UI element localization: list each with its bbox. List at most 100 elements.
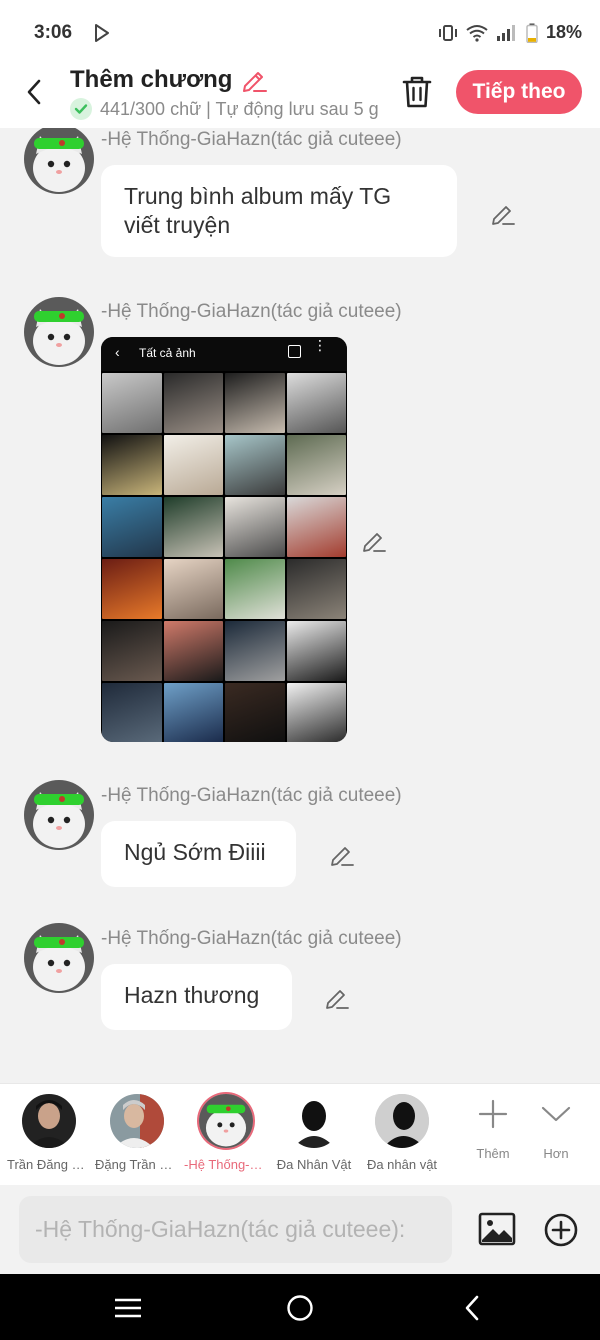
cat-avatar-icon [24, 923, 94, 993]
photo-thumb [286, 373, 346, 433]
shared-image[interactable]: ‹ Tất cả ảnh ⋮ [101, 337, 347, 742]
character-name: Trần Đăng Dương [7, 1157, 91, 1172]
cat-avatar-icon [24, 297, 94, 367]
sender-name: -Hệ Thống-GiaHazn(tác giả cuteee) [101, 785, 402, 806]
play-store-icon [95, 24, 109, 42]
message-text: Hazn thương [124, 982, 260, 1008]
more-label: Hơn [543, 1146, 569, 1161]
system-back-button[interactable] [452, 1288, 492, 1328]
wifi-icon [466, 24, 488, 42]
photo-thumb [225, 559, 285, 619]
image-select-icon [288, 345, 301, 358]
character-item[interactable]: Đặng Trần Hùng [95, 1094, 179, 1172]
home-circle-icon [287, 1295, 313, 1321]
photo-thumb [102, 683, 162, 742]
character-avatar [375, 1094, 429, 1148]
image-header: ‹ Tất cả ảnh ⋮ [101, 337, 347, 371]
status-bar: 3:06 18% [0, 0, 600, 64]
photo-thumb [102, 435, 162, 495]
avatar[interactable] [24, 128, 94, 194]
edit-message-icon[interactable] [329, 841, 355, 867]
sender-name: -Hệ Thống-GiaHazn(tác giả cuteee) [101, 928, 402, 949]
next-button[interactable]: Tiếp theo [456, 70, 582, 114]
photo-thumb [225, 497, 285, 557]
character-name: Đa Nhân Vật [276, 1157, 352, 1172]
chevron-left-icon [27, 79, 41, 105]
photo-thumb [163, 559, 223, 619]
edit-message-icon[interactable] [490, 200, 516, 226]
title-wrap: Thêm chương [70, 66, 267, 94]
photo-thumb [163, 683, 223, 742]
sender-name: -Hệ Thống-GiaHazn(tác giả cuteee) [101, 129, 402, 150]
photo-thumb [225, 373, 285, 433]
photo-thumb [225, 683, 285, 742]
system-nav-bar [0, 1274, 600, 1340]
add-character-button[interactable]: Thêm [463, 1094, 523, 1161]
page-title: Thêm chương [70, 66, 233, 93]
edit-message-icon[interactable] [361, 527, 387, 553]
input-bar: -Hệ Thống-GiaHazn(tác giả cuteee): [0, 1185, 600, 1274]
edit-title-icon[interactable] [241, 67, 267, 93]
chat-area[interactable]: -Hệ Thống-GiaHazn(tác giả cuteee) Trung … [0, 128, 600, 1083]
cat-avatar-icon [24, 780, 94, 850]
character-item[interactable]: Trần Đăng Dương [7, 1094, 91, 1172]
character-avatar [22, 1094, 76, 1148]
message-text-line: Trung bình album mấy TG [124, 183, 392, 209]
add-circle-icon[interactable] [543, 1212, 579, 1248]
character-name: -Hệ Thống-GiaHazn [184, 1157, 268, 1172]
save-status: 441/300 chữ | Tự động lưu sau 5 giây [70, 98, 378, 120]
photo-thumb [286, 683, 346, 742]
avatar[interactable] [24, 297, 94, 367]
trash-icon[interactable] [400, 74, 434, 110]
photo-thumb [163, 373, 223, 433]
photo-thumb [102, 497, 162, 557]
photo-thumb [286, 559, 346, 619]
photo-thumb [102, 621, 162, 681]
photo-thumb [286, 435, 346, 495]
image-title: Tất cả ảnh [139, 346, 196, 360]
character-item[interactable]: Đa Nhân Vật [272, 1094, 356, 1172]
image-back-icon: ‹ [115, 344, 120, 360]
message-text: Ngủ Sớm Điiii [124, 839, 266, 865]
photo-thumb [225, 621, 285, 681]
avatar[interactable] [24, 780, 94, 850]
image-icon[interactable] [478, 1211, 516, 1247]
character-item[interactable]: -Hệ Thống-GiaHazn [184, 1094, 268, 1172]
header: Thêm chương 441/300 chữ | Tự động lưu sa… [0, 64, 600, 128]
signal-icon [496, 24, 515, 41]
status-time: 3:06 [34, 22, 73, 43]
chevron-left-icon [465, 1295, 479, 1321]
photo-thumb [102, 559, 162, 619]
vibrate-icon [438, 24, 457, 41]
character-name: Đa nhân vật [366, 1157, 438, 1172]
word-count-autosave: 441/300 chữ | Tự động lưu sau 5 giây [100, 98, 378, 119]
photo-thumb [163, 621, 223, 681]
photo-thumb [286, 621, 346, 681]
image-more-icon: ⋮ [313, 337, 327, 353]
recent-apps-button[interactable] [108, 1288, 148, 1328]
photo-thumb [163, 435, 223, 495]
character-bar: Trần Đăng Dương Đặng Trần Hùng -Hệ Thống… [0, 1083, 600, 1185]
message-bubble[interactable]: Trung bình album mấy TG viết truyện [101, 165, 457, 257]
back-button[interactable] [18, 74, 50, 110]
more-characters-button[interactable]: Hơn [526, 1094, 586, 1161]
menu-icon [115, 1298, 141, 1318]
avatar[interactable] [24, 923, 94, 993]
character-name: Đặng Trần Hùng [95, 1157, 179, 1172]
edit-message-icon[interactable] [324, 984, 350, 1010]
character-avatar [199, 1094, 253, 1148]
check-icon [70, 98, 92, 120]
message-bubble[interactable]: Ngủ Sớm Điiii [101, 821, 296, 887]
message-input[interactable]: -Hệ Thống-GiaHazn(tác giả cuteee): [19, 1196, 452, 1263]
character-item[interactable]: Đa nhân vật [360, 1094, 444, 1172]
status-icons: 18% [438, 22, 582, 43]
photo-thumb [225, 435, 285, 495]
photo-thumb [102, 373, 162, 433]
message-bubble[interactable]: Hazn thương [101, 964, 292, 1030]
add-label: Thêm [476, 1146, 510, 1161]
home-button[interactable] [280, 1288, 320, 1328]
plus-icon [463, 1094, 523, 1134]
chevron-down-icon [526, 1094, 586, 1134]
photo-grid [101, 371, 347, 742]
battery-percent: 18% [545, 22, 582, 42]
